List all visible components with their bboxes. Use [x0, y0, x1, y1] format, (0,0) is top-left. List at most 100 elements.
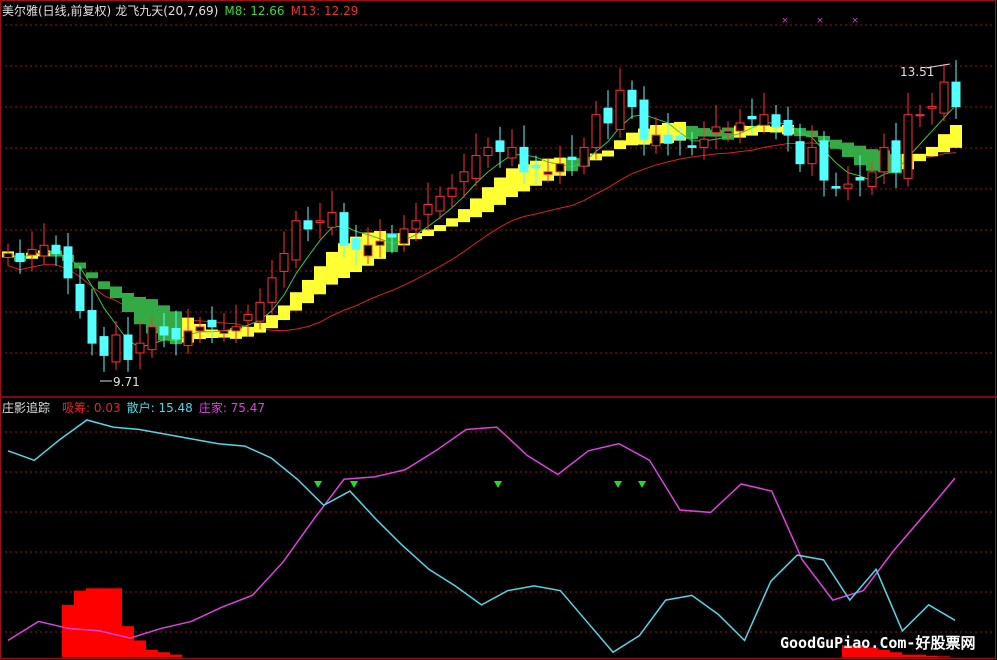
signal-triangle — [638, 481, 646, 488]
xichou-bar — [74, 590, 86, 657]
xichou-bar — [158, 652, 170, 657]
candle-down — [831, 186, 841, 189]
candle-up — [111, 334, 121, 363]
ribbon-block — [482, 187, 494, 213]
candle-up — [615, 89, 625, 130]
xichou-bar — [86, 588, 98, 657]
candle-up — [411, 220, 421, 230]
candle-down — [339, 212, 349, 246]
xichou-bar — [926, 655, 938, 657]
candle-down — [15, 252, 25, 263]
candle-up — [483, 146, 493, 157]
ribbon-block — [626, 132, 638, 146]
candle-up — [3, 252, 13, 258]
stock-chart[interactable]: × × × — [0, 0, 997, 660]
watermark: GoodGuPiao.Com-好股票网 — [780, 634, 976, 652]
candle-up — [459, 171, 469, 183]
candle-down — [531, 164, 541, 169]
x-marker: × — [781, 16, 789, 26]
candle-up — [27, 248, 37, 256]
candle-down — [495, 140, 505, 152]
candle-up — [915, 114, 925, 117]
candle-down — [207, 319, 217, 328]
ribbon-block — [278, 305, 290, 321]
candle-down — [675, 136, 685, 140]
ribbon-block — [446, 218, 458, 227]
candle-up — [711, 126, 721, 134]
ribbon-block — [602, 150, 614, 157]
candle-up — [867, 171, 877, 188]
candle-down — [855, 177, 865, 181]
ribbon-block — [926, 146, 938, 157]
ribbon-block — [506, 168, 518, 198]
indicator-name: 龙飞九天(20,7,69) — [115, 4, 219, 18]
ribbon-block — [122, 292, 134, 313]
candle-up — [363, 244, 373, 257]
candle-down — [519, 146, 529, 173]
candle-down — [87, 310, 97, 344]
candle-down — [639, 99, 649, 140]
candle-up — [507, 146, 517, 159]
candle-up — [267, 277, 277, 303]
candle-up — [591, 114, 601, 148]
ribbon-block — [290, 292, 302, 311]
x-marker: × — [816, 16, 824, 26]
ribbon-block — [614, 140, 626, 150]
candle-up — [135, 342, 145, 354]
candle-down — [771, 114, 781, 128]
candle-down — [783, 119, 793, 136]
candle-up — [471, 155, 481, 179]
sanhu-value: 散户: 15.48 — [126, 401, 193, 415]
candle-down — [123, 334, 133, 360]
xichou-bar — [902, 654, 914, 657]
ribbon-block — [470, 198, 482, 218]
candle-down — [351, 238, 361, 250]
low-price-label: 9.71 — [113, 375, 140, 389]
candle-up — [255, 301, 265, 322]
candle-down — [63, 246, 73, 279]
main-panel-header: 美尔雅(日线,前复权) 龙飞九天(20,7,69) M8: 12.66 M13: 12… — [2, 2, 364, 19]
candle-up — [555, 163, 565, 173]
xichou-bar — [98, 588, 110, 657]
ribbon-block — [830, 139, 842, 149]
candle-up — [927, 106, 937, 109]
signal-triangle — [494, 481, 502, 488]
candle-up — [195, 326, 205, 332]
ribbon-block — [266, 315, 278, 329]
candle-up — [399, 228, 409, 245]
candle-up — [231, 326, 241, 332]
candle-up — [807, 146, 817, 165]
ribbon-block — [950, 124, 962, 148]
signal-triangle — [350, 481, 358, 488]
candle-up — [327, 212, 337, 228]
candle-down — [951, 81, 961, 108]
candle-down — [75, 283, 85, 312]
ribbon-block — [842, 142, 854, 158]
candle-down — [795, 141, 805, 165]
candle-up — [423, 203, 433, 215]
candle-down — [303, 220, 313, 230]
candle-up — [183, 330, 193, 347]
candle-down — [663, 134, 673, 144]
xichou-value: 吸筹: 0.03 — [62, 401, 121, 415]
candle-down — [603, 107, 613, 124]
ribbon-block — [494, 177, 506, 205]
candle-up — [879, 146, 889, 173]
xichou-bar — [914, 654, 926, 657]
candle-up — [315, 220, 325, 223]
ribbon-block — [86, 272, 98, 279]
xichou-bar — [938, 656, 950, 657]
candle-up — [435, 195, 445, 212]
xichou-bar — [110, 588, 122, 657]
ribbon-block — [314, 266, 326, 295]
candle-down — [159, 326, 169, 336]
candle-up — [447, 187, 457, 197]
xichou-bar — [134, 640, 146, 657]
xichou-bar — [146, 649, 158, 657]
candle-up — [375, 240, 385, 246]
candle-down — [51, 244, 61, 254]
zhuangjia-value: 庄家: 75.47 — [198, 401, 266, 415]
candle-up — [279, 252, 289, 272]
lower-indicator-name: 庄影追踪 — [2, 401, 51, 415]
signal-triangle — [614, 481, 622, 488]
